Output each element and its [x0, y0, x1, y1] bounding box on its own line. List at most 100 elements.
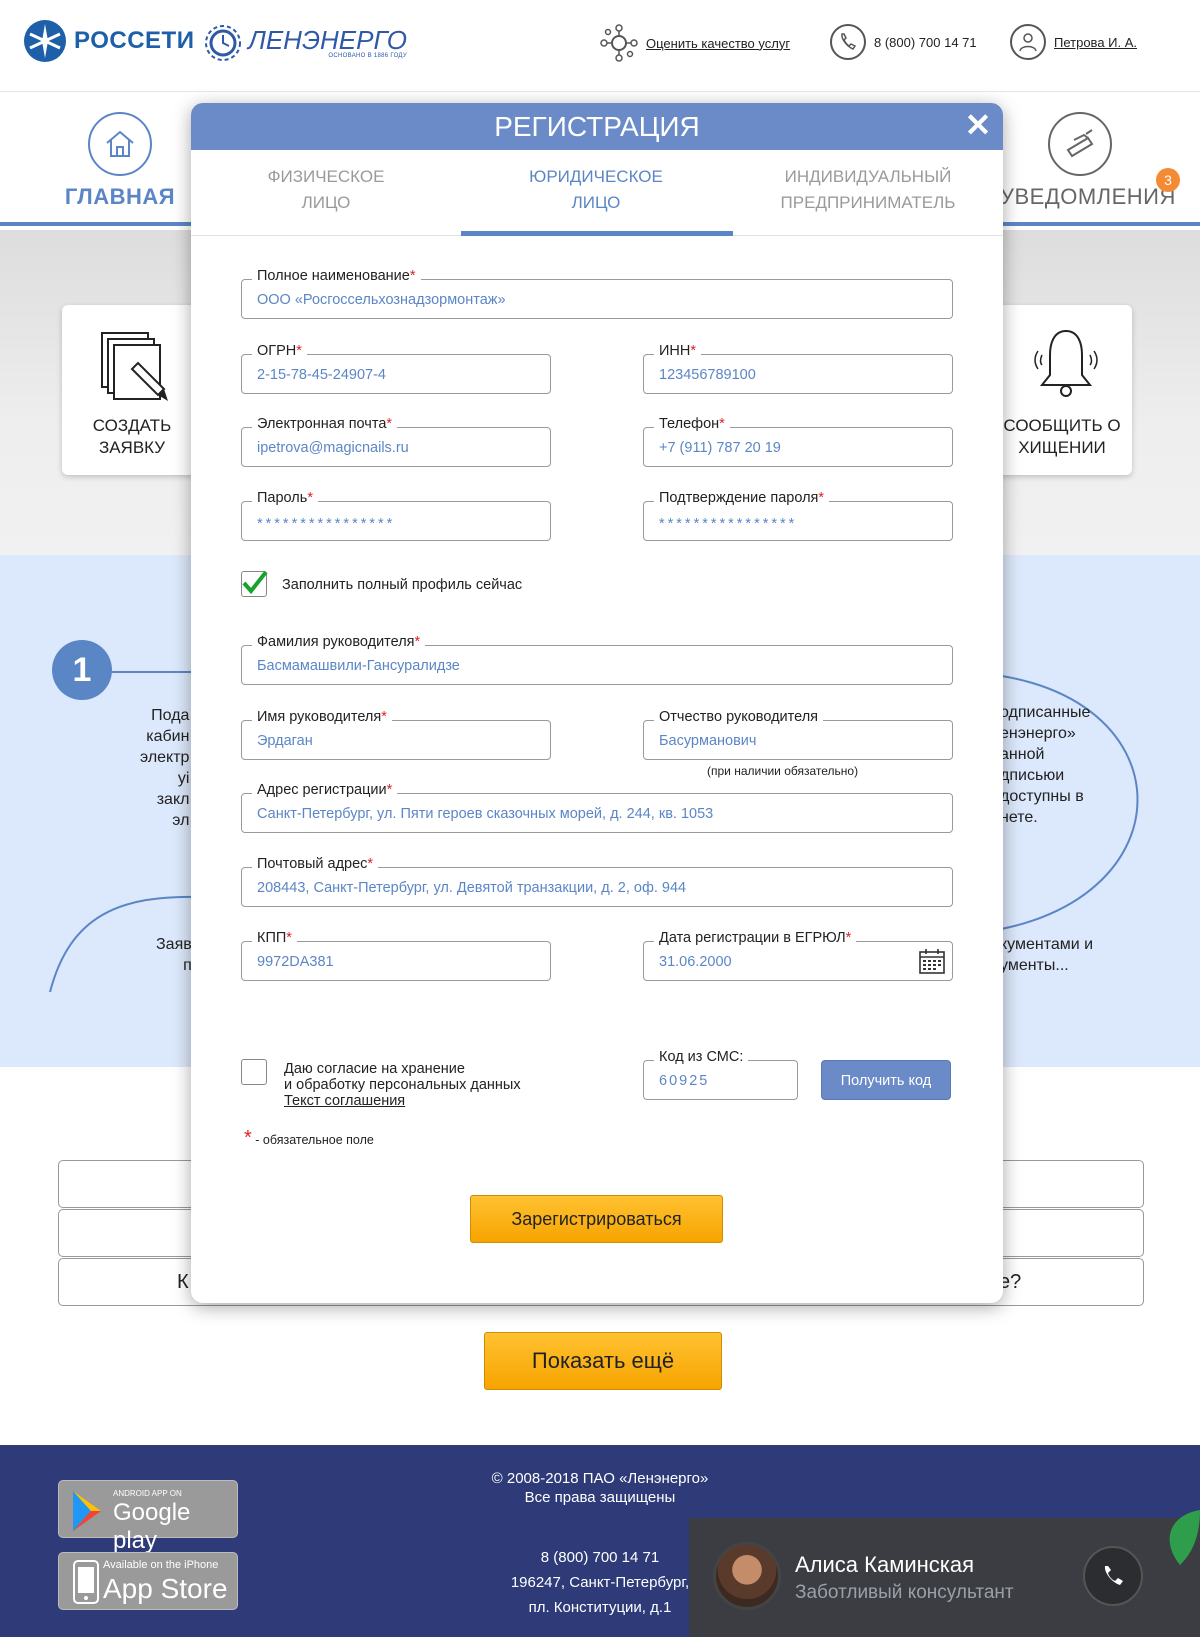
- postal-address-field[interactable]: Почтовый адрес* 208443, Санкт-Петербург,…: [241, 856, 953, 907]
- consent-checkbox[interactable]: [241, 1059, 267, 1085]
- google-play-icon: [73, 1491, 101, 1531]
- registration-modal: РЕГИСТРАЦИЯ ✕ ФИЗИЧЕСКОЕ ЛИЦО ЮРИДИЧЕСКО…: [191, 103, 1003, 1303]
- password-field[interactable]: Пароль* ****************: [241, 490, 551, 541]
- director-name-field[interactable]: Имя руководителя* Эрдаган: [241, 709, 551, 760]
- full-name-field[interactable]: Полное наименование* ООО «Росгоссельхозн…: [241, 268, 953, 319]
- consent-line-2: и обработку персональных данных: [284, 1077, 521, 1093]
- iphone-icon: [73, 1560, 99, 1604]
- required-field-note: * - обязательное поле: [244, 1127, 374, 1150]
- postal-address-label: Почтовый адрес*: [252, 856, 379, 872]
- registration-address-field[interactable]: Адрес регистрации* Санкт-Петербург, ул. …: [241, 782, 953, 833]
- postal-address-value: 208443, Санкт-Петербург, ул. Девятой тра…: [257, 880, 687, 896]
- nav-home-label: ГЛАВНАЯ: [64, 184, 176, 209]
- director-patronymic-label: Отчество руководителя: [654, 709, 824, 725]
- nav-notifications[interactable]: УВЕДОМЛЕНИЯ 3: [1000, 92, 1180, 210]
- rosseti-wordmark: РОССЕТИ: [74, 27, 195, 54]
- password-label: Пароль*: [252, 490, 318, 506]
- egrul-date-value: 31.06.2000: [659, 954, 732, 970]
- tab-individual[interactable]: ФИЗИЧЕСКОЕ ЛИЦО: [191, 164, 461, 216]
- fill-profile-label: Заполнить полный профиль сейчас: [282, 577, 523, 593]
- app-store-small-text: Available on the iPhone: [103, 1559, 219, 1571]
- phone-field[interactable]: Телефон* +7 (911) 787 20 19: [643, 416, 953, 467]
- registration-address-label: Адрес регистрации*: [252, 782, 398, 798]
- lenenergo-logo[interactable]: ЛЕНЭНЕРГО ОСНОВАНО В 1886 ГОДУ: [202, 22, 407, 64]
- tab-legal-entity[interactable]: ЮРИДИЧЕСКОЕ ЛИЦО: [461, 164, 731, 216]
- rate-quality-label: Оценить качество услуг: [646, 35, 791, 51]
- full-name-value: ООО «Росгоссельхознадзормонтаж»: [257, 292, 506, 308]
- director-surname-field[interactable]: Фамилия руководителя* Басмамашвили-Гансу…: [241, 634, 953, 685]
- bell-icon: [1034, 329, 1098, 397]
- ogrn-field[interactable]: ОГРН* 2-15-78-45-24907-4: [241, 343, 551, 394]
- google-play-small-text: ANDROID APP ON: [113, 1489, 182, 1498]
- documents-pen-icon: [101, 332, 168, 401]
- phone-label: Телефон*: [654, 416, 730, 432]
- fill-profile-checkbox[interactable]: [241, 570, 268, 597]
- show-more-button[interactable]: Показать ещё: [484, 1332, 722, 1390]
- consultant-name: Алиса Каминская: [795, 1552, 975, 1577]
- site-header: РОССЕТИ ЛЕНЭНЕРГО ОСНОВАНО В 1886 ГОДУ О…: [0, 0, 1200, 92]
- app-store-big-text: App Store: [103, 1573, 228, 1604]
- email-field[interactable]: Электронная почта* ipetrova@magicnails.r…: [241, 416, 551, 467]
- inn-label: ИНН*: [654, 343, 702, 359]
- footer-copyright: © 2008-2018 ПАО «Ленэнерго» Все права за…: [491, 1470, 709, 1506]
- notification-pen-icon: [1048, 112, 1112, 176]
- kpp-field[interactable]: КПП* 9972DA381: [241, 930, 551, 981]
- password-confirm-field[interactable]: Подтверждение пароля* ****************: [643, 490, 953, 541]
- header-phone-number: 8 (800) 700 14 71: [874, 34, 977, 50]
- required-note-text: - обязательное поле: [255, 1133, 374, 1147]
- step-number-badge: 1: [52, 640, 112, 700]
- egrul-date-field[interactable]: Дата регистрации в ЕГРЮЛ* 31.06.2000: [643, 930, 953, 981]
- close-icon[interactable]: ✕: [963, 109, 993, 141]
- call-button[interactable]: [1083, 1546, 1143, 1606]
- kpp-value: 9972DA381: [257, 954, 334, 970]
- phone-icon: [1104, 1566, 1123, 1585]
- get-code-button[interactable]: Получить код: [821, 1060, 951, 1100]
- header-phone[interactable]: 8 (800) 700 14 71: [830, 24, 977, 60]
- user-name: Петрова И. А.: [1054, 34, 1138, 50]
- rate-quality-link[interactable]: Оценить качество услуг: [600, 24, 790, 62]
- rosseti-logo[interactable]: РОССЕТИ: [24, 20, 194, 62]
- required-star: *: [244, 1127, 252, 1149]
- step-right-text: одписанные енэнерго» анной дписьюи досту…: [1000, 704, 1091, 826]
- leaf-icon: [1169, 1510, 1200, 1565]
- director-surname-value: Басмамашвили-Гансуралидзе: [257, 658, 460, 674]
- registration-tabs: ФИЗИЧЕСКОЕ ЛИЦО ЮРИДИЧЕСКОЕ ЛИЦО ИНДИВИД…: [191, 150, 1003, 236]
- consent-text: Даю согласие на хранение и обработку пер…: [284, 1061, 521, 1109]
- active-tab-indicator: [461, 231, 733, 236]
- app-store-button[interactable]: Available on the iPhone App Store: [58, 1552, 238, 1610]
- step-left-bottom-text: Заяв п: [156, 936, 192, 974]
- register-button[interactable]: Зарегистрироваться: [470, 1195, 723, 1243]
- email-value: ipetrova@magicnails.ru: [257, 440, 409, 456]
- create-request-card[interactable]: СОЗДАТЬ ЗАЯВКУ: [62, 305, 202, 475]
- inn-field[interactable]: ИНН* 123456789100: [643, 343, 953, 394]
- kpp-label: КПП*: [252, 930, 297, 946]
- email-label: Электронная почта*: [252, 416, 398, 432]
- consent-line-1: Даю согласие на хранение: [284, 1061, 465, 1077]
- modal-title: РЕГИСТРАЦИЯ: [191, 103, 1003, 150]
- tab-entrepreneur[interactable]: ИНДИВИДУАЛЬНЫЙ ПРЕДПРИНИМАТЕЛЬ: [733, 164, 1003, 216]
- password-confirm-value: ****************: [659, 516, 798, 532]
- user-profile-link[interactable]: Петрова И. А.: [1010, 24, 1137, 60]
- consultant-widget[interactable]: Алиса Каминская Заботливый консультант: [689, 1510, 1200, 1637]
- password-value: ****************: [257, 516, 396, 532]
- sms-code-field[interactable]: Код из СМС: 60925: [643, 1049, 798, 1100]
- rosseti-emblem-icon: [24, 20, 66, 62]
- google-play-big-text: Google play: [113, 1499, 191, 1554]
- nav-home[interactable]: ГЛАВНАЯ: [58, 92, 182, 210]
- agreement-link[interactable]: Текст соглашения: [284, 1093, 521, 1109]
- home-icon: [88, 112, 152, 176]
- director-patronymic-value: Басурманович: [659, 733, 757, 749]
- google-play-button[interactable]: ANDROID APP ON Google play: [58, 1480, 238, 1554]
- report-theft-card[interactable]: СООБЩИТЬ О ХИЩЕНИИ: [992, 305, 1132, 475]
- nav-notifications-label: УВЕДОМЛЕНИЯ: [1000, 184, 1176, 209]
- notification-count-badge: 3: [1156, 168, 1180, 192]
- phone-value: +7 (911) 787 20 19: [659, 440, 781, 456]
- egrul-date-label: Дата регистрации в ЕГРЮЛ*: [654, 930, 857, 946]
- checkmark-icon: [242, 570, 268, 595]
- ogrn-label: ОГРН*: [252, 343, 307, 359]
- user-icon: [1010, 24, 1046, 60]
- calendar-icon[interactable]: [918, 947, 946, 975]
- inn-value: 123456789100: [659, 367, 756, 383]
- lenenergo-wordmark: ЛЕНЭНЕРГО: [248, 25, 407, 55]
- director-patronymic-field[interactable]: Отчество руководителя Басурманович: [643, 709, 953, 760]
